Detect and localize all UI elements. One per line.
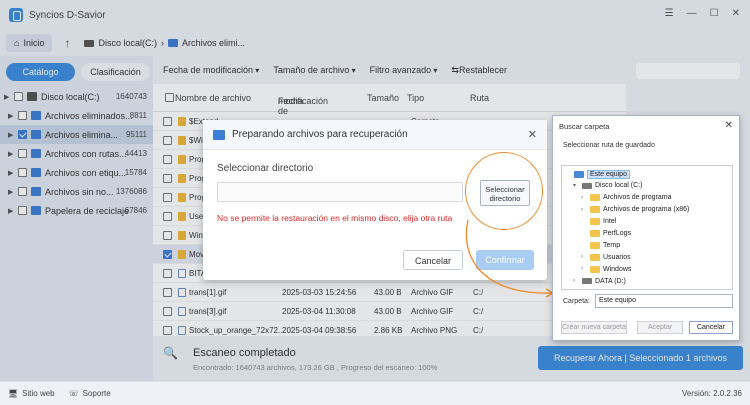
folder-tree-item[interactable]: Intel xyxy=(581,216,616,228)
drive-icon xyxy=(582,278,592,285)
expand-icon[interactable]: › xyxy=(581,254,587,260)
folder-tree-item[interactable]: Este equipo xyxy=(565,168,630,180)
folder-tree-item[interactable]: › Archivos de programa xyxy=(581,192,671,204)
folder-tree-label: Este equipo xyxy=(587,169,630,179)
directory-input[interactable] xyxy=(217,182,463,202)
version-text: Versión: 2.0.2.36 xyxy=(681,389,742,398)
website-label: Sitio web xyxy=(22,389,55,398)
folder-tree-item[interactable]: › DATA (D:) xyxy=(573,275,626,287)
folder-tree-item[interactable]: Temp xyxy=(581,239,620,251)
expand-icon[interactable]: › xyxy=(581,207,587,213)
folder-tree: Este equipo ▾ Disco local (C:) › Archivos de… xyxy=(561,165,733,290)
dialog-title: Preparando archivos para recuperación xyxy=(232,129,408,140)
new-folder-button[interactable]: Crear nueva carpeta xyxy=(561,321,627,334)
folder-label: Carpeta: xyxy=(563,298,590,305)
folder-tree-label: PerfLogs xyxy=(603,230,632,237)
directory-label: Seleccionar directorio xyxy=(217,163,314,174)
support-link[interactable]: ☏ Soporte xyxy=(69,389,111,398)
folder-tree-item[interactable]: › Archivos de programa (x86) xyxy=(581,204,689,216)
callout-arrow xyxy=(465,219,555,298)
folder-tree-label: Archivos de programa xyxy=(603,194,672,202)
folder-cancel-button[interactable]: Cancelar xyxy=(689,321,733,334)
browse-folder-dialog: Buscar carpeta ✕ Seleccionar ruta de gua… xyxy=(552,115,740,341)
folder-dialog-subtitle: Seleccionar ruta de guardado xyxy=(563,142,655,149)
folder-tree-label: Archivos de programa (x86) xyxy=(603,206,690,214)
folder-icon xyxy=(590,230,600,237)
app-window: Syncios D-Savior ☰ — ☐ ✕ ⌂ Inicio ↑ Disc… xyxy=(0,0,750,405)
folder-dialog-title: Buscar carpeta xyxy=(559,122,610,131)
accept-button[interactable]: Aceptar xyxy=(637,321,683,334)
close-icon[interactable]: ✕ xyxy=(725,120,733,131)
folder-tree-item[interactable]: › Usuarios xyxy=(581,251,631,263)
folder-icon xyxy=(590,206,600,214)
folder-tree-label: Windows xyxy=(603,265,632,273)
folder-icon xyxy=(213,129,225,140)
error-message: No se permite la restauración en el mism… xyxy=(217,213,453,223)
dialog-header: Preparando archivos para recuperación ✕ xyxy=(203,120,547,150)
folder-input[interactable]: Este equipo xyxy=(595,294,733,308)
monitor-icon: 🖥 xyxy=(8,389,19,398)
folder-icon xyxy=(590,265,600,273)
folder-tree-item[interactable]: ▾ Disco local (C:) xyxy=(573,180,642,192)
folder-icon xyxy=(590,241,600,249)
support-label: Soporte xyxy=(82,389,111,398)
folder-icon xyxy=(590,218,600,226)
expand-icon[interactable]: ▾ xyxy=(573,182,579,189)
drive-icon xyxy=(582,182,592,189)
folder-tree-item[interactable]: PerfLogs xyxy=(581,228,631,240)
folder-icon xyxy=(590,194,600,202)
website-link[interactable]: 🖥 Sitio web xyxy=(8,389,55,398)
folder-tree-label: Intel xyxy=(603,218,617,226)
support-icon: ☏ xyxy=(68,389,79,398)
expand-icon[interactable]: › xyxy=(581,266,587,272)
folder-tree-label: Temp xyxy=(603,241,621,249)
folder-tree-label: Usuarios xyxy=(603,253,631,261)
folder-tree-item[interactable]: › Windows xyxy=(581,263,631,275)
folder-tree-label: Disco local (C:) xyxy=(595,182,643,190)
folder-icon xyxy=(590,253,600,261)
expand-icon[interactable]: › xyxy=(573,278,579,284)
folder-tree-label: DATA (D:) xyxy=(595,277,626,285)
computer-icon xyxy=(574,170,584,178)
close-icon[interactable]: ✕ xyxy=(528,128,537,141)
status-bar: 🖥 Sitio web ☏ Soporte Versión: 2.0.2.36 xyxy=(0,381,750,405)
expand-icon[interactable]: › xyxy=(581,195,587,201)
cancel-button[interactable]: Cancelar xyxy=(403,250,463,270)
